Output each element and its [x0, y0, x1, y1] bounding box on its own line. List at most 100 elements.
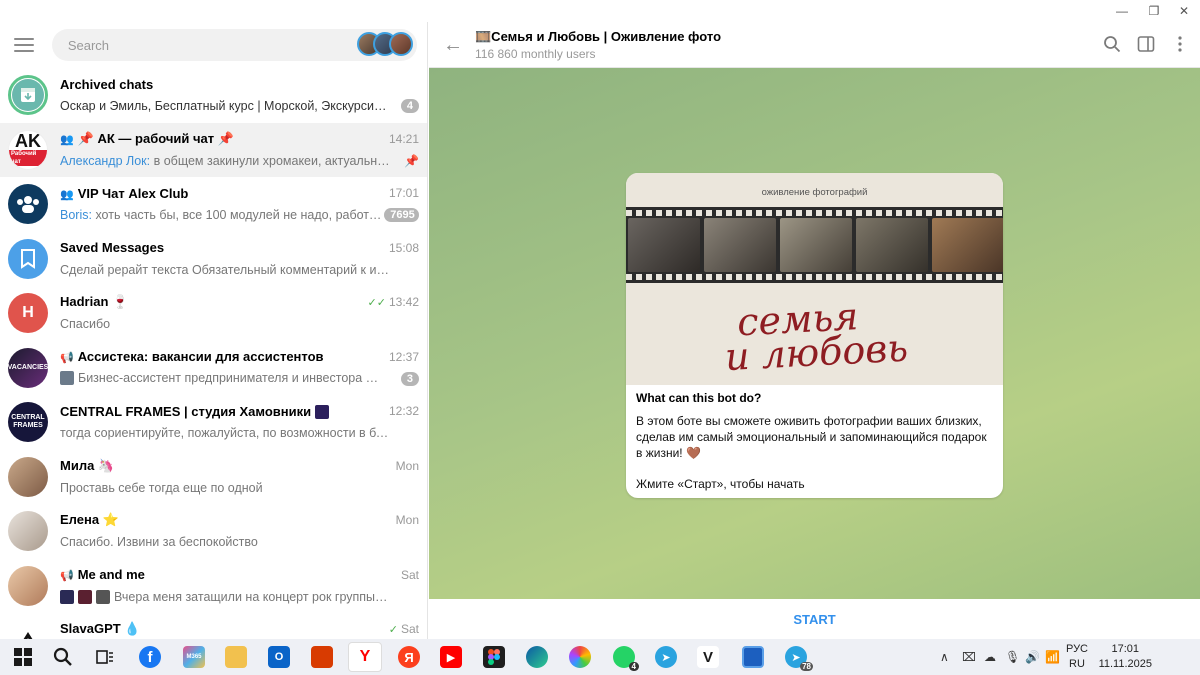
app-shield-icon[interactable]	[742, 646, 764, 668]
start-button[interactable]: START	[793, 612, 835, 627]
image-caption: оживление фотографий	[761, 187, 868, 198]
file-explorer-icon[interactable]	[225, 646, 247, 668]
media-thumbnail	[96, 589, 110, 604]
search-icon[interactable]	[1103, 35, 1123, 55]
read-check-icon: ✓✓	[367, 297, 386, 309]
chat-preview: Проставь себе тогда еще по одной	[60, 480, 263, 495]
sent-check-icon: ✓	[388, 624, 398, 636]
chat-name: Archived chats	[60, 76, 154, 92]
pin-icon: 📌	[404, 153, 419, 168]
vpn-app-icon[interactable]: V	[697, 646, 719, 668]
image-title: семья и любовь	[723, 294, 910, 380]
chat-preview: Вчера меня затащили на концерт рок групп…	[114, 589, 390, 604]
chat-sender: Boris:	[60, 208, 96, 222]
chat-subtitle: 116 860 monthly users	[475, 47, 596, 61]
chat-name: Me and me	[77, 567, 145, 582]
chat-item-mila[interactable]: Мила 🦄 Mon Проставь себе тогда еще по одн…	[0, 450, 427, 505]
system-clock[interactable]: 17:01 11.11.2025	[1099, 642, 1152, 672]
minimize-button[interactable]: —	[1104, 0, 1140, 22]
telegram-icon[interactable]: ➤	[655, 646, 677, 668]
chat-item-hadrian[interactable]: H Hadrian 🍷 ✓✓ 13:42 Спасибо	[0, 286, 427, 341]
group-icon: 👥	[60, 188, 74, 201]
bookmark-icon	[8, 238, 48, 279]
yandex-browser-icon[interactable]: Y	[348, 642, 382, 672]
tray-cloud-icon[interactable]: ☁	[984, 639, 996, 675]
chat-time: Mon	[395, 458, 419, 473]
avatar: AK Рабочий чат	[8, 129, 48, 170]
chat-item-archived[interactable]: Archived chats Оскар и Эмиль, Бесплатный…	[0, 68, 427, 123]
chat-preview: Бизнес-ассистент предпринимателя и инвес…	[78, 371, 390, 385]
chat-name: SlavaGPT 💧	[60, 621, 141, 636]
megaphone-icon: 📢	[60, 352, 74, 364]
archive-icon	[8, 75, 48, 116]
office-icon[interactable]	[311, 646, 333, 668]
media-thumbnail	[60, 589, 74, 604]
avatar	[8, 565, 48, 606]
telegram-active-icon[interactable]: ➤ 78	[785, 646, 813, 671]
chat-item-slavagpt[interactable]: SlavaGPT 💧 ✓ Sat	[0, 613, 427, 639]
chat-item-me-and-me[interactable]: 📢 Me and me Sat Вчера меня затащили на кон…	[0, 559, 427, 614]
chat-name: Saved Messages	[60, 240, 165, 255]
bot-intro-card: оживление фотографий семья и любовь What…	[626, 173, 1003, 498]
chat-preview: Спасибо	[60, 317, 111, 331]
search-box	[51, 29, 417, 61]
back-arrow-icon[interactable]: ←	[443, 34, 463, 57]
m365-icon[interactable]: M365	[183, 646, 205, 668]
search-input[interactable]	[67, 37, 348, 53]
windows-start-icon[interactable]	[12, 646, 34, 668]
chat-sender: Александр Лок:	[60, 153, 154, 168]
close-button[interactable]: ✕	[1166, 0, 1200, 22]
yandex-icon[interactable]: Я	[398, 646, 420, 668]
facebook-icon[interactable]: f	[139, 646, 161, 668]
chat-list-sidebar: Archived chats Оскар и Эмиль, Бесплатный…	[0, 22, 428, 639]
color-app-icon[interactable]	[569, 646, 591, 668]
bot-description: What can this bot do? В этом боте вы смо…	[626, 385, 1003, 497]
chat-time: Sat	[400, 622, 419, 636]
chat-item-vip[interactable]: 👥 VIP Чат Alex Club 17:01 Boris: хоть част…	[0, 177, 427, 232]
chat-item-assisteka[interactable]: VACANCIES 📢 Ассистека: вакансии для ассис…	[0, 341, 427, 396]
wifi-icon[interactable]: 📶	[1045, 639, 1060, 675]
chat-time: Sat	[400, 567, 419, 582]
youtube-icon[interactable]: ▶	[440, 646, 462, 668]
figma-icon[interactable]	[483, 646, 505, 668]
window-title-bar: — ❐ ✕	[0, 0, 1200, 22]
chat-item-elena[interactable]: Елена ⭐ Mon Спасибо. Извини за беспокойст…	[0, 504, 427, 559]
volume-icon[interactable]: 🔊	[1025, 639, 1040, 675]
bot-cta-text: Жмите «Старт», чтобы начать	[636, 477, 805, 491]
avatar	[8, 620, 48, 639]
more-options-icon[interactable]	[1171, 35, 1191, 55]
chat-preview: Сделай рерайт текста Обязательный коммен…	[60, 262, 390, 277]
edge-icon[interactable]	[526, 646, 548, 668]
chat-preview: Оскар и Эмиль, Бесплатный курс | Морской…	[60, 99, 390, 113]
outlook-icon[interactable]: O	[268, 646, 290, 668]
story-avatar[interactable]	[389, 32, 413, 56]
stories-avatars[interactable]	[357, 32, 413, 56]
tray-chevron-icon[interactable]: ∧	[940, 639, 949, 675]
sidebar-toggle-icon[interactable]	[1137, 35, 1157, 55]
microphone-icon[interactable]: 🎙	[1005, 639, 1020, 675]
start-bar: START	[429, 599, 1200, 639]
chat-name: Елена ⭐	[60, 512, 119, 527]
chat-preview: в общем закинули хромакеи, актуальные ф.…	[153, 153, 390, 168]
language-indicator[interactable]: РУС RU	[1066, 642, 1088, 672]
chat-name: Hadrian 🍷	[60, 294, 129, 309]
avatar: CENTRAL FRAMES	[8, 402, 48, 443]
bot-description-text: В этом боте вы сможете оживить фотографи…	[636, 414, 987, 460]
search-icon[interactable]	[52, 646, 74, 668]
unread-badge: 3	[400, 371, 419, 386]
task-view-icon[interactable]	[94, 646, 116, 668]
sidebar-header	[0, 22, 427, 68]
chat-item-ak-work[interactable]: AK Рабочий чат 👥 📌 АК — рабочий чат 📌 14:2…	[0, 122, 427, 177]
whatsapp-icon[interactable]: 4	[613, 646, 639, 671]
chat-time: 13:42	[388, 295, 419, 309]
chat-name: VIP Чат Alex Club	[77, 185, 189, 201]
tray-app-icon[interactable]: ⌧	[962, 639, 976, 675]
chat-item-saved-messages[interactable]: Saved Messages 15:08 Сделай рерайт текста…	[0, 232, 427, 287]
chat-item-central-frames[interactable]: CENTRAL FRAMES CENTRAL FRAMES | студия Х…	[0, 395, 427, 450]
hamburger-menu-icon[interactable]	[14, 38, 34, 52]
bot-cover-image: оживление фотографий семья и любовь	[626, 173, 1003, 385]
group-icon: 👥	[60, 133, 74, 146]
windows-taskbar: f M365 O Y Я ▶ 4 ➤ V ➤ 78 ∧ ⌧ ☁ 🎙 🔊 📶 РУС…	[0, 639, 1200, 675]
chat-name: Ассистека: вакансии для ассистентов	[77, 349, 324, 364]
chat-time: 15:08	[388, 240, 419, 255]
